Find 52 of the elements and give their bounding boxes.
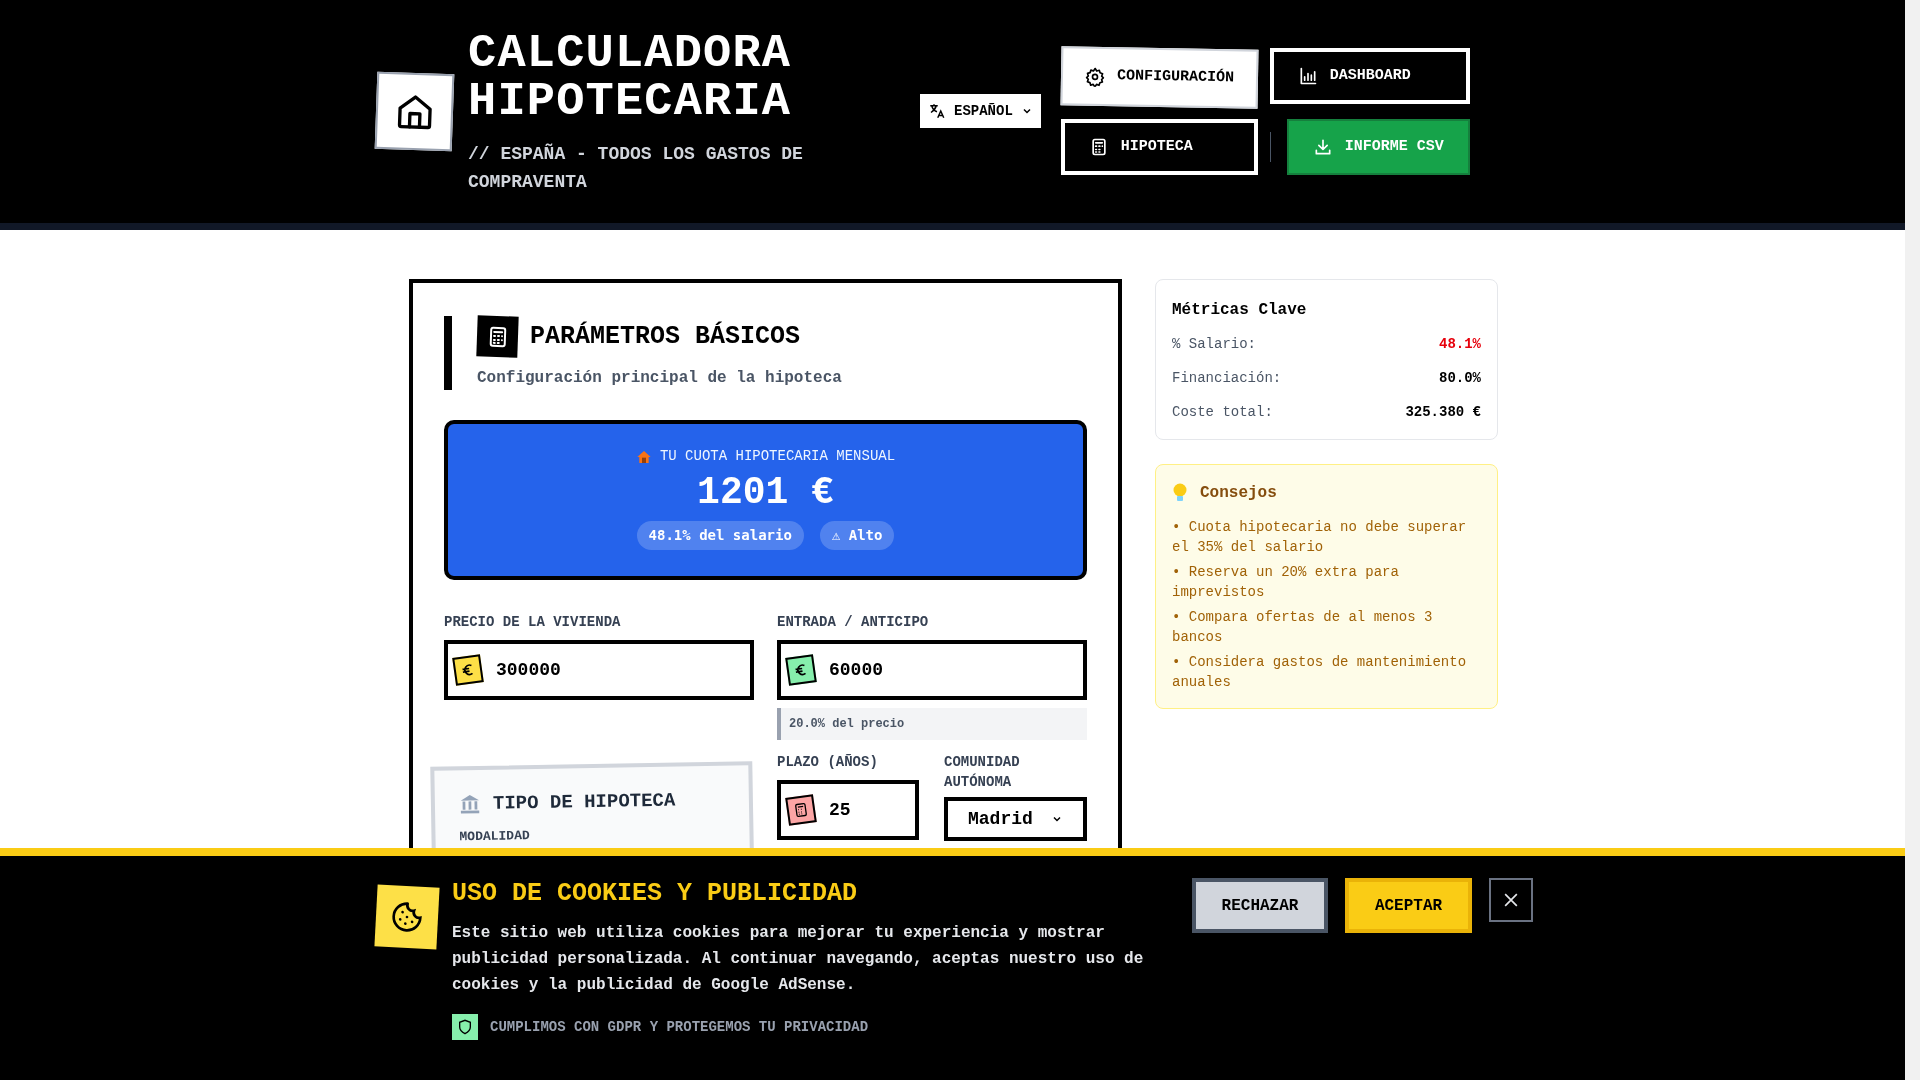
metric-value: 325.380 €	[1405, 403, 1481, 422]
shield-icon	[452, 1014, 478, 1040]
tip-text: • Compara ofertas de al menos 3 bancos	[1172, 608, 1434, 647]
card-title: Métricas Clave	[1172, 300, 1308, 321]
app-title: CALCULADORA	[468, 30, 793, 78]
reject-button[interactable]: RECHAZAR	[1192, 878, 1328, 933]
nav-button[interactable]: HIPOTECA	[1060, 119, 1258, 175]
house-icon	[374, 71, 455, 152]
payment-badge: 48.1% del salario	[636, 521, 804, 550]
bank-icon	[458, 793, 482, 816]
metric-label: % Salario:	[1172, 335, 1256, 354]
card-title: TIPO DE HIPOTECA	[492, 788, 676, 817]
field-label: ENTRADA / ANTICIPO	[777, 613, 930, 632]
metric-label: Coste total:	[1172, 403, 1273, 422]
term-field[interactable]: 25	[777, 780, 919, 840]
metric-label: Financiación:	[1172, 369, 1282, 388]
region-select[interactable]: Madrid	[944, 797, 1087, 841]
nav-button[interactable]: CONFIGURACIÓN	[1060, 46, 1259, 109]
settings-icon	[1084, 66, 1105, 87]
number-field[interactable]: 300000	[444, 640, 754, 700]
calculator-icon	[476, 315, 519, 358]
accept-button[interactable]: ACEPTAR	[1345, 878, 1472, 933]
payment-label: TU CUOTA HIPOTECARIA MENSUAL	[659, 447, 896, 466]
scrollbar[interactable]	[1905, 0, 1920, 1080]
nav-button[interactable]: DASHBOARD	[1269, 48, 1470, 104]
field-label: PLAZO (AÑOS)	[777, 753, 879, 772]
number-field[interactable]: 60000	[777, 640, 1087, 700]
field-hint: 20.0% del precio	[777, 708, 1087, 740]
tip-text: • Cuota hipotecaria no debe superar el 35% del salario	[1172, 518, 1468, 557]
app-title: HIPOTECARIA	[468, 78, 793, 126]
subtitle: // ESPAÑA - TODOS LOS GASTOS DE COMPRAVENTA	[468, 142, 804, 194]
section-title: PARÁMETROS BÁSICOS	[530, 320, 801, 353]
metric-value: 80.0%	[1439, 369, 1481, 388]
field-label: COMUNIDAD AUTÓNOMA	[944, 753, 1021, 792]
tip-text: • Reserva un 20% extra para imprevistos	[1172, 563, 1400, 602]
privacy-note: CUMPLIMOS CON GDPR Y PROTEGEMOS TU PRIVACIDAD	[490, 1017, 869, 1037]
section-subtitle: Configuración principal de la hipoteca	[477, 368, 843, 389]
translate-icon	[928, 102, 946, 120]
metric-value: 48.1%	[1439, 335, 1481, 354]
close-button[interactable]	[1489, 878, 1533, 922]
field-label: MODALIDAD	[459, 826, 531, 846]
house-icon	[635, 448, 652, 465]
payment-amount: 1201 €	[697, 470, 834, 516]
payment-badge: ⚠ Alto	[819, 521, 895, 550]
banner-title: USO DE COOKIES Y PUBLICIDAD	[452, 878, 859, 910]
light-bulb-icon	[1172, 483, 1188, 503]
banner-text: Este sitio web utiliza cookies para mejorar tu experiencia y mostrar publicidad personalizada. Al continuar navegando, aceptas nuestro uso de cookies y la publicidad de Google AdSense.	[452, 923, 1145, 996]
card-title: Consejos	[1200, 483, 1277, 504]
cookie-icon	[374, 884, 440, 950]
language-selector[interactable]: ESPAÑOL	[920, 94, 1041, 128]
tip-text: • Considera gastos de mantenimiento anuales	[1172, 653, 1468, 692]
field-label: PRECIO DE LA VIVIENDA	[444, 613, 622, 632]
